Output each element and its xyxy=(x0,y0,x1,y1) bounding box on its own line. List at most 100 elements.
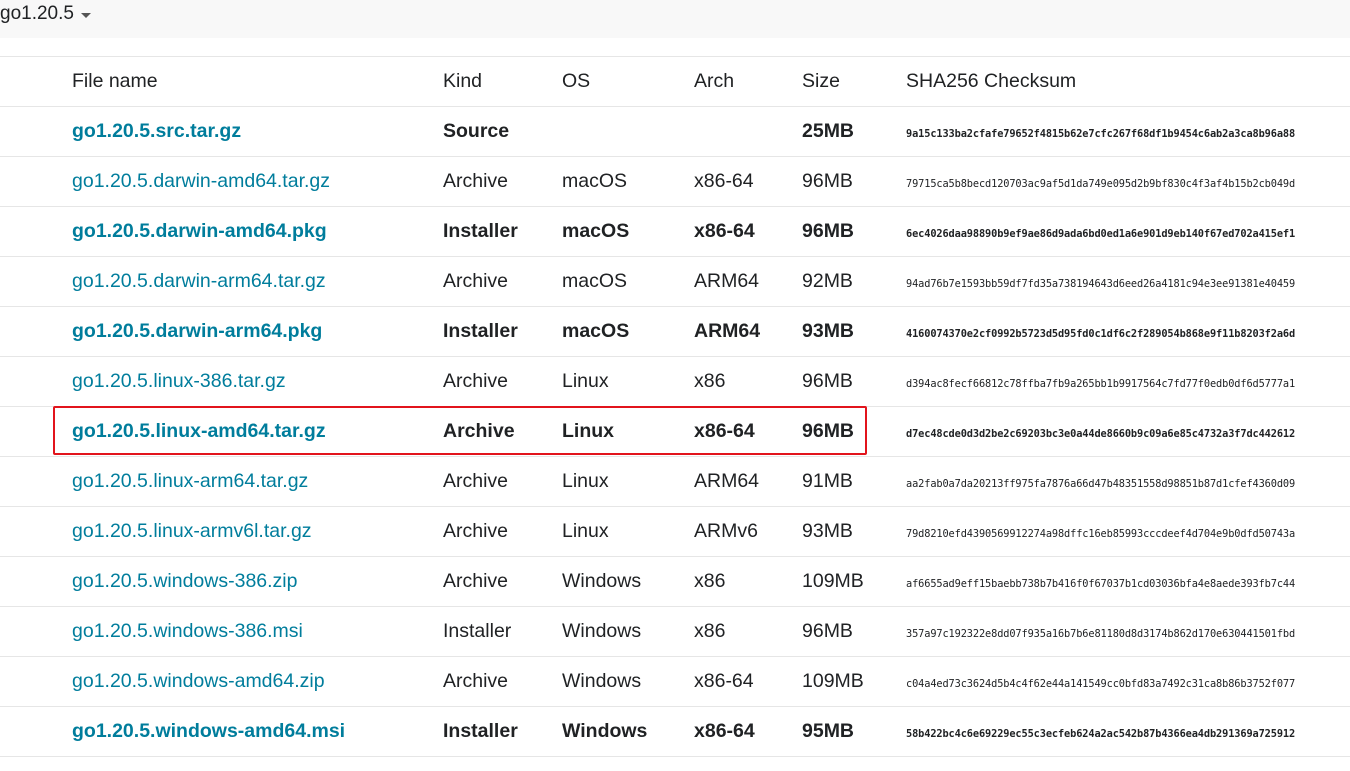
checksum-value: 6ec4026daa98890b9ef9ae86d9ada6bd0ed1a6e9… xyxy=(906,228,1296,240)
os-cell xyxy=(562,107,694,157)
table-row: go1.20.5.windows-386.zip Archive Windows x8… xyxy=(0,557,1350,607)
downloads-table: File name Kind OS Arch Size SHA256 Check… xyxy=(0,56,1350,757)
os-cell: Linux xyxy=(562,520,609,542)
header-size: Size xyxy=(802,56,906,107)
os-cell: Linux xyxy=(562,420,614,442)
header-kind: Kind xyxy=(443,56,562,107)
checksum-value: 79715ca5b8becd120703ac9af5d1da749e095d2b… xyxy=(906,178,1296,190)
checksum-cell: 357a97c192322e8dd07f935a16b7b6e81180d8d3… xyxy=(906,607,1350,657)
table-row: go1.20.5.src.tar.gz Source 25MB 9a15c133ba2… xyxy=(0,107,1350,157)
kind-cell: Archive xyxy=(443,670,509,692)
file-name-cell: go1.20.5.linux-armv6l.tar.gz xyxy=(0,507,443,557)
kind-cell: Archive xyxy=(443,270,509,292)
file-download-link[interactable]: go1.20.5.linux-386.tar.gz xyxy=(72,370,286,392)
file-name-cell: go1.20.5.linux-386.tar.gz xyxy=(0,357,443,407)
checksum-value: aa2fab0a7da20213ff975fa7876a66d47b483515… xyxy=(906,478,1296,490)
checksum-value: 4160074370e2cf0992b5723d5d95fd0c1df6c2f2… xyxy=(906,328,1296,340)
table-row: go1.20.5.darwin-arm64.tar.gz Archive macOS… xyxy=(0,257,1350,307)
file-download-link[interactable]: go1.20.5.src.tar.gz xyxy=(72,120,241,142)
size-cell: 95MB xyxy=(802,720,855,742)
checksum-value: af6655ad9eff15baebb738b7b416f0f67037b1cd… xyxy=(906,578,1296,590)
size-cell: 109MB xyxy=(802,570,864,592)
checksum-cell: 79715ca5b8becd120703ac9af5d1da749e095d2b… xyxy=(906,157,1350,207)
checksum-value: 58b422bc4c6e69229ec55c3ecfeb624a2ac542b8… xyxy=(906,728,1296,740)
size-cell: 96MB xyxy=(802,620,853,642)
arch-cell: x86-64 xyxy=(694,220,755,242)
header-arch: Arch xyxy=(694,56,802,107)
file-download-link[interactable]: go1.20.5.darwin-arm64.pkg xyxy=(72,320,322,342)
table-row: go1.20.5.linux-amd64.tar.gz Archive Linux x… xyxy=(0,407,1350,457)
file-download-link[interactable]: go1.20.5.darwin-arm64.tar.gz xyxy=(72,270,326,292)
table-row: go1.20.5.darwin-amd64.pkg Installer macOS x… xyxy=(0,207,1350,257)
table-header-row: File name Kind OS Arch Size SHA256 Check… xyxy=(0,56,1350,107)
arch-cell: x86 xyxy=(694,570,726,592)
size-cell: 96MB xyxy=(802,420,855,442)
table-row: go1.20.5.windows-amd64.msi Installer Windo… xyxy=(0,707,1350,757)
os-cell: Linux xyxy=(562,470,609,492)
os-cell: macOS xyxy=(562,270,628,292)
checksum-cell: c04a4ed73c3624d5b4c4f62e44a141549cc0bfd8… xyxy=(906,657,1350,707)
file-name-cell: go1.20.5.windows-386.zip xyxy=(0,557,443,607)
header-os: OS xyxy=(562,56,694,107)
file-download-link[interactable]: go1.20.5.darwin-amd64.pkg xyxy=(72,220,327,242)
kind-cell: Archive xyxy=(443,170,509,192)
file-download-link[interactable]: go1.20.5.windows-amd64.zip xyxy=(72,670,325,692)
header-checksum: SHA256 Checksum xyxy=(906,56,1350,107)
file-download-link[interactable]: go1.20.5.linux-arm64.tar.gz xyxy=(72,470,308,492)
kind-cell: Archive xyxy=(443,470,509,492)
file-name-cell: go1.20.5.linux-arm64.tar.gz xyxy=(0,457,443,507)
checksum-value: d394ac8fecf66812c78ffba7fb9a265bb1b99175… xyxy=(906,378,1296,390)
os-cell: macOS xyxy=(562,320,630,342)
size-cell: 96MB xyxy=(802,370,853,392)
size-cell: 96MB xyxy=(802,170,853,192)
version-label: go1.20.5 xyxy=(0,3,74,24)
arch-cell: x86 xyxy=(694,370,726,392)
arch-cell: ARMv6 xyxy=(694,520,758,542)
file-download-link[interactable]: go1.20.5.darwin-amd64.tar.gz xyxy=(72,170,330,192)
checksum-cell: 6ec4026daa98890b9ef9ae86d9ada6bd0ed1a6e9… xyxy=(906,207,1350,257)
table-row: go1.20.5.linux-386.tar.gz Archive Linux x86… xyxy=(0,357,1350,407)
checksum-cell: 58b422bc4c6e69229ec55c3ecfeb624a2ac542b8… xyxy=(906,707,1350,757)
arch-cell: x86-64 xyxy=(694,420,755,442)
os-cell: Linux xyxy=(562,370,609,392)
checksum-value: 9a15c133ba2cfafe79652f4815b62e7cfc267f68… xyxy=(906,128,1296,140)
kind-cell: Installer xyxy=(443,220,518,242)
file-name-cell: go1.20.5.windows-amd64.zip xyxy=(0,657,443,707)
version-toggle[interactable]: go1.20.5 xyxy=(0,3,91,25)
arch-cell: x86-64 xyxy=(694,670,754,692)
kind-cell: Installer xyxy=(443,720,518,742)
file-download-link[interactable]: go1.20.5.linux-amd64.tar.gz xyxy=(72,420,326,442)
version-bar: go1.20.5 xyxy=(0,0,1350,38)
checksum-value: c04a4ed73c3624d5b4c4f62e44a141549cc0bfd8… xyxy=(906,678,1296,690)
caret-down-icon xyxy=(80,12,91,18)
checksum-cell: 9a15c133ba2cfafe79652f4815b62e7cfc267f68… xyxy=(906,107,1350,157)
file-name-cell: go1.20.5.windows-386.msi xyxy=(0,607,443,657)
arch-cell: ARM64 xyxy=(694,270,760,292)
checksum-value: 357a97c192322e8dd07f935a16b7b6e81180d8d3… xyxy=(906,628,1296,640)
file-download-link[interactable]: go1.20.5.windows-386.zip xyxy=(72,570,297,592)
arch-cell: x86 xyxy=(694,620,726,642)
file-name-cell: go1.20.5.darwin-amd64.pkg xyxy=(0,207,443,257)
file-download-link[interactable]: go1.20.5.windows-amd64.msi xyxy=(72,720,345,742)
size-cell: 93MB xyxy=(802,320,855,342)
file-name-cell: go1.20.5.darwin-amd64.tar.gz xyxy=(0,157,443,207)
os-cell: Windows xyxy=(562,620,642,642)
file-download-link[interactable]: go1.20.5.linux-armv6l.tar.gz xyxy=(72,520,312,542)
checksum-cell: 94ad76b7e1593bb59df7fd35a738194643d6eed2… xyxy=(906,257,1350,307)
header-file-name: File name xyxy=(0,56,443,107)
checksum-value: 94ad76b7e1593bb59df7fd35a738194643d6eed2… xyxy=(906,278,1296,290)
file-download-link[interactable]: go1.20.5.windows-386.msi xyxy=(72,620,303,642)
checksum-cell: d394ac8fecf66812c78ffba7fb9a265bb1b99175… xyxy=(906,357,1350,407)
os-cell: Windows xyxy=(562,570,642,592)
table-row: go1.20.5.linux-armv6l.tar.gz Archive Linux… xyxy=(0,507,1350,557)
size-cell: 25MB xyxy=(802,120,855,142)
arch-cell: ARM64 xyxy=(694,470,760,492)
file-name-cell: go1.20.5.windows-amd64.msi xyxy=(0,707,443,757)
os-cell: Windows xyxy=(562,720,648,742)
table-row: go1.20.5.linux-arm64.tar.gz Archive Linux A… xyxy=(0,457,1350,507)
checksum-value: d7ec48cde0d3d2be2c69203bc3e0a44de8660b9c… xyxy=(906,428,1296,440)
table-row: go1.20.5.windows-amd64.zip Archive Windows… xyxy=(0,657,1350,707)
kind-cell: Source xyxy=(443,120,510,142)
os-cell: macOS xyxy=(562,170,628,192)
arch-cell xyxy=(694,107,802,157)
